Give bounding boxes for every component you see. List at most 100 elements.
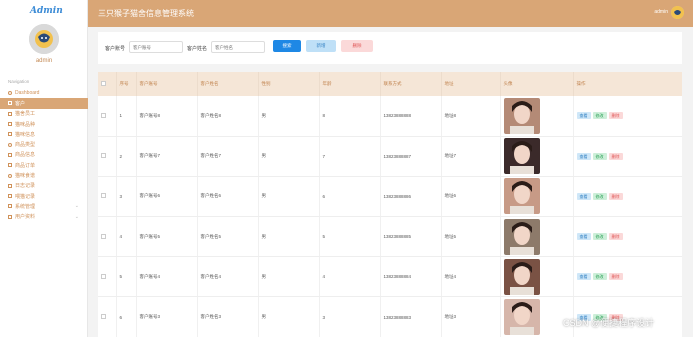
- cell-index: 6: [116, 296, 137, 337]
- sidebar-item-8[interactable]: 猫咪食谱: [0, 170, 88, 180]
- user-avatar-icon: [671, 6, 684, 19]
- header-username[interactable]: admin: [654, 9, 668, 15]
- cell-actions: 查看 修改 删除: [573, 96, 682, 137]
- grid-icon: [8, 122, 12, 127]
- cell-age: 8: [319, 96, 381, 137]
- sidebar-item-4[interactable]: 猫咪信息: [0, 129, 88, 139]
- view-button[interactable]: 查看: [576, 233, 591, 241]
- sidebar-item-10[interactable]: 喂猫记录: [0, 191, 88, 201]
- edit-button[interactable]: 修改: [592, 192, 607, 200]
- edit-button[interactable]: 修改: [592, 233, 607, 241]
- search-button[interactable]: 搜索: [273, 40, 301, 52]
- table-row[interactable]: 3 客户账号6 客户姓名6 男 6 13823888886 地址6 查看 修改 删除: [98, 176, 682, 218]
- cell-phone: 13823888886: [380, 176, 442, 218]
- name-search-input[interactable]: [211, 41, 265, 53]
- cell-name: 客户姓名8: [197, 96, 259, 137]
- delete-button[interactable]: 删除: [608, 112, 623, 120]
- row-checkbox-cell[interactable]: [98, 96, 117, 137]
- row-checkbox-cell[interactable]: [98, 136, 117, 177]
- cell-gender: 男: [258, 216, 320, 258]
- sidebar-item-3[interactable]: 猫咪品种: [0, 119, 88, 129]
- sidebar-item-label: 商品信息: [15, 152, 36, 159]
- select-all-checkbox[interactable]: [98, 72, 117, 96]
- sidebar-username: admin: [35, 58, 53, 64]
- batch-delete-button[interactable]: 删除: [341, 40, 373, 52]
- sidebar-item-label: 猫舍员工: [15, 111, 36, 118]
- cell-address: 地址7: [441, 136, 501, 177]
- row-checkbox[interactable]: [101, 233, 106, 239]
- grid-icon: [8, 214, 12, 219]
- row-checkbox[interactable]: [101, 153, 106, 159]
- sidebar-item-12[interactable]: 用户资料 ⌄: [0, 212, 88, 222]
- sidebar-item-0[interactable]: Dashboard: [0, 88, 88, 98]
- cell-actions: 查看 修改 删除: [573, 176, 682, 218]
- view-button[interactable]: 查看: [576, 273, 591, 281]
- view-button[interactable]: 查看: [576, 112, 591, 120]
- table-body: 1 客户账号8 客户姓名8 男 8 13823888888 地址8 查看 修改 删除 2 客户账号7 客…: [98, 96, 682, 337]
- sidebar-item-6[interactable]: 商品信息: [0, 150, 88, 160]
- delete-button[interactable]: 删除: [608, 273, 623, 281]
- sidebar-item-label: 商品类型: [15, 142, 36, 149]
- row-checkbox-cell[interactable]: [98, 176, 117, 218]
- grid-icon: [8, 194, 12, 199]
- row-checkbox-cell[interactable]: [98, 216, 117, 258]
- row-checkbox[interactable]: [101, 314, 106, 320]
- delete-button[interactable]: 删除: [608, 233, 623, 241]
- checkbox-icon[interactable]: [101, 81, 106, 86]
- sidebar-item-11[interactable]: 系统管理 ⌄: [0, 201, 88, 211]
- sidebar: Admin admin Navigation Dashboard 客户 猫舍员工 猫咪…: [0, 0, 88, 337]
- view-button[interactable]: 查看: [576, 192, 591, 200]
- cell-gender: 男: [258, 96, 320, 137]
- page-title: 三只猴子猫舍信息管理系统: [98, 9, 194, 18]
- header-avatar[interactable]: [671, 6, 684, 19]
- name-label: 客户姓名: [187, 46, 208, 52]
- column-header: 操作: [573, 72, 682, 96]
- table-row[interactable]: 4 客户账号5 客户姓名5 男 5 13823888885 地址5 查看 修改 删除: [98, 216, 682, 258]
- cell-address: 地址4: [441, 256, 501, 298]
- delete-button[interactable]: 删除: [608, 152, 623, 160]
- table-row[interactable]: 2 客户账号7 客户姓名7 男 7 13823888887 地址7 查看 修改 删除: [98, 136, 682, 177]
- sidebar-item-label: Dashboard: [15, 90, 40, 97]
- row-checkbox[interactable]: [101, 193, 106, 199]
- sidebar-item-9[interactable]: 日志记录: [0, 181, 88, 191]
- cell-actions: 查看 修改 删除: [573, 136, 682, 177]
- row-checkbox[interactable]: [101, 112, 106, 118]
- column-header: 客户账号: [136, 72, 198, 96]
- cell-age: 6: [319, 176, 381, 218]
- customer-photo: [503, 258, 540, 295]
- customer-photo: [503, 299, 540, 336]
- cell-photo: [500, 136, 574, 177]
- account-search-input[interactable]: [129, 41, 183, 53]
- table-row[interactable]: 1 客户账号8 客户姓名8 男 8 13823888888 地址8 查看 修改 删除: [98, 96, 682, 137]
- cell-name: 客户姓名5: [197, 216, 259, 258]
- cell-name: 客户姓名4: [197, 256, 259, 298]
- cell-age: 3: [319, 296, 381, 337]
- row-checkbox[interactable]: [101, 273, 106, 279]
- view-button[interactable]: 查看: [576, 152, 591, 160]
- location-icon: [8, 142, 12, 147]
- grid-icon: [8, 132, 12, 137]
- table-row[interactable]: 5 客户账号4 客户姓名4 男 4 13823888884 地址4 查看 修改 删除: [98, 256, 682, 298]
- customer-photo: [503, 178, 540, 215]
- grid-icon: [8, 101, 12, 106]
- sidebar-item-2[interactable]: 猫舍员工: [0, 109, 88, 119]
- sidebar-item-1[interactable]: 客户: [0, 98, 88, 109]
- sidebar-item-7[interactable]: 商品订单: [0, 160, 88, 170]
- edit-button[interactable]: 修改: [592, 152, 607, 160]
- top-header: 三只猴子猫舍信息管理系统 admin: [88, 0, 693, 27]
- cell-account: 客户账号5: [136, 216, 198, 258]
- grid-icon: [8, 183, 12, 188]
- sidebar-item-5[interactable]: 商品类型: [0, 139, 88, 149]
- row-checkbox-cell[interactable]: [98, 296, 117, 337]
- delete-button[interactable]: 删除: [608, 192, 623, 200]
- home-icon: [8, 91, 12, 96]
- column-header: 性别: [258, 72, 320, 96]
- add-button[interactable]: 新增: [306, 40, 336, 52]
- grid-icon: [8, 152, 12, 157]
- cell-gender: 男: [258, 136, 320, 177]
- sidebar-item-label: 猫咪品种: [15, 121, 36, 128]
- row-checkbox-cell[interactable]: [98, 256, 117, 298]
- edit-button[interactable]: 修改: [592, 273, 607, 281]
- cell-photo: [500, 96, 574, 137]
- edit-button[interactable]: 修改: [592, 112, 607, 120]
